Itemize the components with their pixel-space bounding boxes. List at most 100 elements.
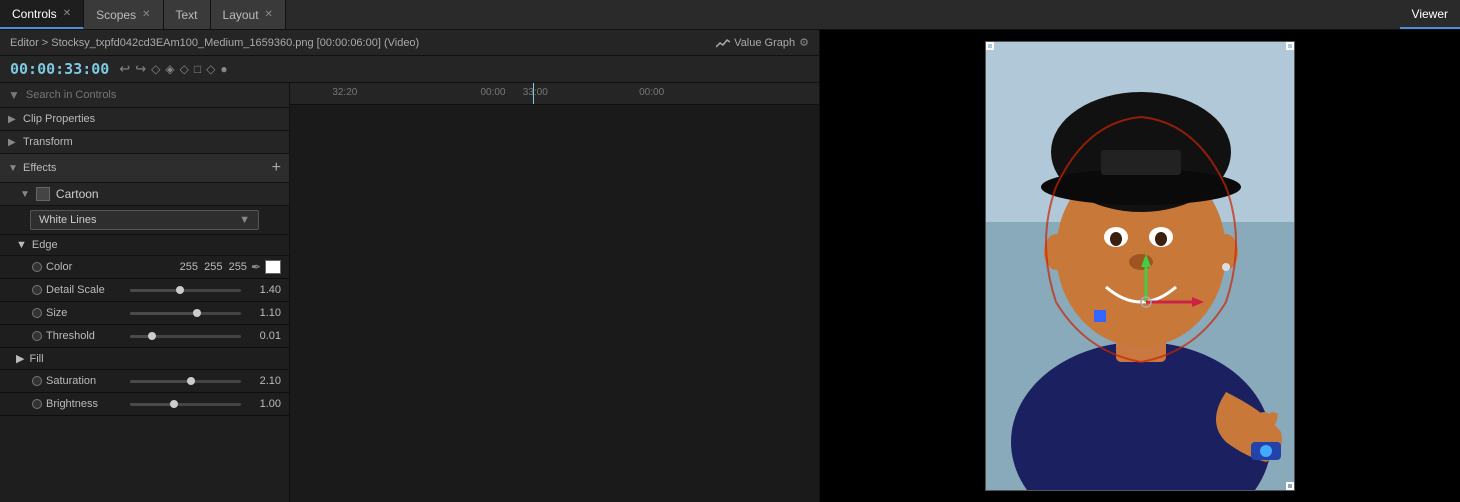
edge-header[interactable]: ▼ Edge: [0, 235, 289, 256]
search-bar: ▼: [0, 83, 289, 108]
editor-toolbar: ↩ ↪ ◇ ◈ ◇ □ ◇ ●: [119, 61, 227, 77]
timecode-display: 00:00:33:00: [10, 60, 109, 78]
cartoon-dropdown-row: White Lines ▼: [0, 206, 289, 235]
size-label: Size: [46, 307, 126, 319]
threshold-value: 0.01: [245, 330, 281, 342]
edge-arrow: ▼: [16, 239, 27, 251]
detail-scale-row: Detail Scale 1.40: [0, 279, 289, 302]
tab-controls[interactable]: Controls ✕: [0, 0, 84, 29]
cartoon-effect-row: ▼ Cartoon: [0, 183, 289, 206]
corner-handle-tr[interactable]: [1286, 42, 1294, 50]
diamond1-icon: ◇: [151, 62, 160, 76]
undo-button[interactable]: ↩: [119, 61, 130, 77]
threshold-row: Threshold 0.01: [0, 325, 289, 348]
tab-text-label: Text: [176, 8, 198, 22]
viewer-image-container: [985, 41, 1295, 491]
value-graph-label: Value Graph: [734, 37, 795, 49]
clip-properties-header[interactable]: ▶ Clip Properties: [0, 108, 289, 131]
tab-viewer[interactable]: Viewer: [1400, 0, 1460, 29]
cartoon-arrow[interactable]: ▼: [20, 189, 30, 200]
filter-icon: ▼: [8, 88, 20, 102]
saturation-value: 2.10: [245, 375, 281, 387]
effects-add-button[interactable]: +: [272, 159, 281, 177]
main-area: Editor > Stocksy_txpfd042cd3EAm100_Mediu…: [0, 30, 1460, 502]
circle-icon: ●: [220, 62, 227, 76]
tab-layout-label: Layout: [223, 8, 259, 22]
size-slider[interactable]: [130, 306, 241, 320]
tab-scopes-close[interactable]: ✕: [142, 9, 150, 20]
detail-scale-label: Detail Scale: [46, 284, 126, 296]
clip-properties-label: Clip Properties: [23, 113, 95, 125]
corner-handle-tl[interactable]: [986, 42, 994, 50]
saturation-radio[interactable]: [32, 376, 42, 386]
saturation-label: Saturation: [46, 375, 126, 387]
brightness-row: Brightness 1.00: [0, 393, 289, 416]
tab-scopes[interactable]: Scopes ✕: [84, 0, 163, 29]
tab-scopes-label: Scopes: [96, 8, 136, 22]
diamond3-icon: ◇: [180, 62, 189, 76]
controls-area: ▼ ▶ Clip Properties ▶ Transform ▼ Effect…: [0, 83, 819, 502]
tab-controls-label: Controls: [12, 7, 57, 21]
value-graph-icon: ⚙: [799, 36, 809, 49]
transform-arrow: ▶: [8, 137, 18, 148]
redo-button[interactable]: ↪: [135, 61, 146, 77]
brightness-label: Brightness: [46, 398, 126, 410]
detail-scale-radio[interactable]: [32, 285, 42, 295]
corner-handle-br[interactable]: [1286, 482, 1294, 490]
transform-header[interactable]: ▶ Transform: [0, 131, 289, 154]
viewer-svg: [986, 42, 1295, 491]
viewer-panel: [820, 30, 1460, 502]
editor-breadcrumb: Editor > Stocksy_txpfd042cd3EAm100_Mediu…: [10, 37, 419, 49]
tab-controls-close[interactable]: ✕: [63, 8, 71, 19]
white-lines-dropdown[interactable]: White Lines ▼: [30, 210, 259, 230]
search-input[interactable]: [26, 89, 281, 101]
square-icon: □: [194, 62, 201, 76]
diamond2-icon: ◈: [165, 62, 174, 76]
color-swatch[interactable]: [265, 260, 281, 274]
dropdown-value: White Lines: [39, 214, 96, 226]
tab-text[interactable]: Text: [164, 0, 211, 29]
size-row: Size 1.10: [0, 302, 289, 325]
cartoon-checkbox[interactable]: [36, 187, 50, 201]
tab-layout[interactable]: Layout ✕: [211, 0, 286, 29]
transform-label: Transform: [23, 136, 73, 148]
brightness-radio[interactable]: [32, 399, 42, 409]
tab-viewer-label: Viewer: [1412, 7, 1448, 21]
eyedropper-icon[interactable]: ✒: [251, 260, 261, 274]
brightness-value: 1.00: [245, 398, 281, 410]
size-value: 1.10: [245, 307, 281, 319]
effects-label: Effects: [23, 162, 56, 174]
color-param-row: Color 255 255 255 ✒: [0, 256, 289, 279]
tab-layout-close[interactable]: ✕: [265, 9, 273, 20]
editor-bar: Editor > Stocksy_txpfd042cd3EAm100_Mediu…: [0, 30, 819, 56]
timeline-playhead[interactable]: [533, 83, 534, 104]
value-graph-button[interactable]: Value Graph ⚙: [716, 36, 809, 49]
viewer-content: [820, 30, 1460, 502]
color-label: Color: [46, 261, 126, 273]
timeline-area: 32:20 00:00 33:00 00:00: [290, 83, 819, 502]
viewer-image: [985, 41, 1295, 491]
saturation-row: Saturation 2.10: [0, 370, 289, 393]
cartoon-label: Cartoon: [56, 187, 99, 201]
ruler-mark-3: 33:00: [523, 87, 548, 98]
diamond4-icon: ◇: [206, 62, 215, 76]
edge-label: Edge: [32, 239, 58, 251]
saturation-slider[interactable]: [130, 374, 241, 388]
threshold-slider[interactable]: [130, 329, 241, 343]
color-radio[interactable]: [32, 262, 42, 272]
dropdown-chevron: ▼: [239, 214, 250, 226]
size-radio[interactable]: [32, 308, 42, 318]
threshold-label: Threshold: [46, 330, 126, 342]
detail-scale-slider[interactable]: [130, 283, 241, 297]
ruler-mark-1: 32:20: [332, 87, 357, 98]
detail-scale-value: 1.40: [245, 284, 281, 296]
threshold-radio[interactable]: [32, 331, 42, 341]
clip-properties-arrow: ▶: [8, 114, 18, 125]
tab-bar: Controls ✕ Scopes ✕ Text Layout ✕ Viewer: [0, 0, 1460, 30]
effects-header[interactable]: ▼ Effects +: [0, 154, 289, 183]
ruler-mark-2: 00:00: [480, 87, 505, 98]
brightness-slider[interactable]: [130, 397, 241, 411]
fill-arrow: ▶: [16, 352, 24, 365]
fill-header[interactable]: ▶ Fill: [0, 348, 289, 370]
ruler-mark-4: 00:00: [639, 87, 664, 98]
